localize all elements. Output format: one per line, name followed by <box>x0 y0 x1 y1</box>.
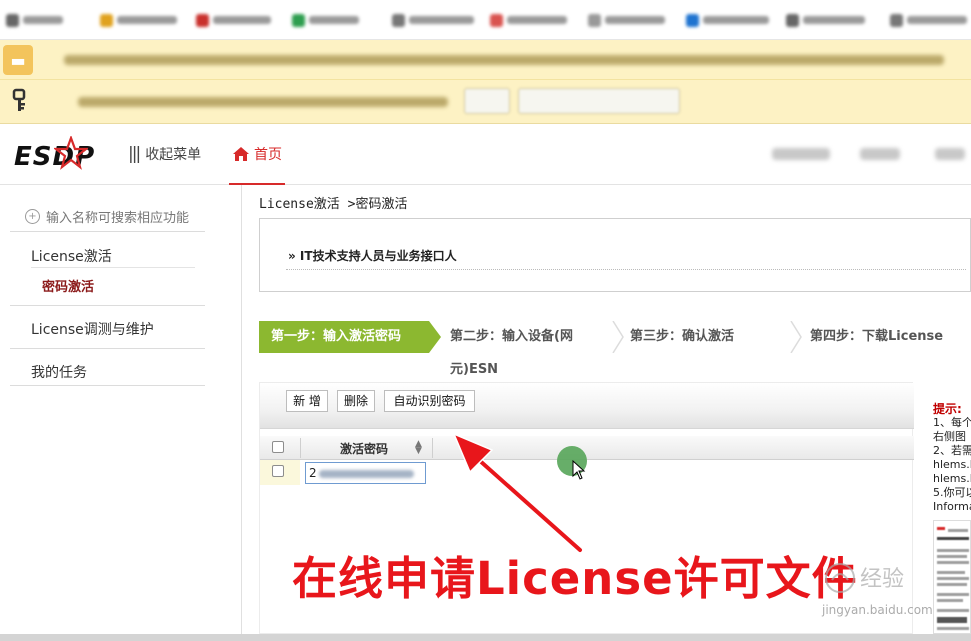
hint-line: 5.你可以 <box>933 486 971 499</box>
sidebar: + 输入名称可搜索相应功能 License激活 密码激活 License调测与维… <box>0 185 242 635</box>
bookmark-item[interactable] <box>292 12 359 28</box>
hint-line: 1、每个 <box>933 416 971 429</box>
delete-button[interactable]: 删除 <box>337 390 375 412</box>
horizontal-scrollbar[interactable] <box>0 634 971 641</box>
row-checkbox[interactable] <box>272 465 284 477</box>
auto-recognize-password-button[interactable]: 自动识别密码 <box>384 390 475 412</box>
step-1-enter-password[interactable]: 第一步：输入激活密码 <box>259 321 441 353</box>
collapse-menu-label: 收起菜单 <box>145 147 202 163</box>
activation-password-input[interactable]: 2 <box>305 462 426 484</box>
bookmark-item[interactable] <box>100 12 177 28</box>
browser-bookmarks-bar <box>0 0 971 40</box>
bookmark-item[interactable] <box>196 12 271 28</box>
divider <box>286 269 966 270</box>
app-header: ESDP ||| 收起菜单 首页 <box>0 124 971 185</box>
search-icon: + <box>25 208 40 224</box>
divider <box>31 267 195 268</box>
home-label: 首页 <box>254 146 282 163</box>
add-button[interactable]: 新 增 <box>286 390 328 412</box>
sort-icon[interactable]: ▲ ▼ <box>415 440 422 456</box>
collapse-menu-button[interactable]: ||| 收起菜单 <box>128 144 201 164</box>
hint-title: 提示: <box>933 402 962 416</box>
menu-bars-icon: ||| <box>128 144 141 164</box>
hint-line: hlems.l <box>933 472 971 485</box>
wizard-steps: 第一步：输入激活密码 第三步：确认激活 第四步：下载License <box>259 321 971 353</box>
notice-text <box>78 97 448 107</box>
step-2-label-line2: 元)ESN <box>450 362 499 377</box>
sidebar-item-password-activation[interactable]: 密码激活 <box>42 276 94 295</box>
save-password-button[interactable] <box>464 88 510 114</box>
step-3-confirm-activation[interactable]: 第三步：确认激活 <box>630 321 734 353</box>
home-icon <box>233 146 249 161</box>
bookmark-item[interactable] <box>890 12 967 28</box>
user-name[interactable] <box>860 148 900 160</box>
notice-text <box>64 55 944 65</box>
bookmark-item[interactable] <box>588 12 665 28</box>
esdp-logo[interactable]: ESDP <box>14 136 104 172</box>
divider <box>10 231 205 232</box>
svg-text:经验: 经验 <box>860 567 904 592</box>
section-title[interactable]: » IT技术支持人员与业务接口人 <box>288 247 457 264</box>
hint-line: 右侧图 <box>933 430 966 443</box>
divider <box>10 348 205 349</box>
sidebar-item-my-tasks[interactable]: 我的任务 <box>31 362 87 382</box>
breadcrumb: License激活 >密码激活 <box>259 197 408 212</box>
annotation-text: 在线申请License许可文件 <box>292 552 858 605</box>
column-separator <box>300 438 301 458</box>
hint-line: hlems.l <box>933 458 971 471</box>
sidebar-search[interactable]: + 输入名称可搜索相应功能 <box>25 207 189 226</box>
password-value-blurred <box>318 469 414 478</box>
step-2-label: 第二步：输入设备(网 <box>450 329 573 344</box>
divider <box>10 305 205 306</box>
annotation-arrow-icon <box>452 432 584 554</box>
baidu-jingyan-watermark: 经验 jingyan.baidu.com <box>821 563 933 617</box>
never-save-button[interactable] <box>518 88 680 114</box>
select-all-checkbox[interactable] <box>272 441 284 453</box>
bookmark-item[interactable] <box>490 12 567 28</box>
divider <box>10 385 205 386</box>
folder-icon: ▬ <box>3 45 33 75</box>
hint-line: Informa <box>933 500 971 513</box>
key-icon <box>10 88 30 114</box>
bookmark-item[interactable] <box>686 12 769 28</box>
step-4-download-license[interactable]: 第四步：下载License <box>810 321 943 353</box>
sidebar-item-license-activation[interactable]: License激活 <box>31 246 112 266</box>
step-chevron-icon <box>612 321 624 353</box>
hint-line: 2、若需 <box>933 444 971 457</box>
bookmark-item[interactable] <box>6 12 63 28</box>
search-input[interactable]: 输入名称可搜索相应功能 <box>46 207 189 226</box>
bookmark-item[interactable] <box>392 12 474 28</box>
security-notice-bar: ▬ <box>0 40 971 80</box>
step-chevron-icon <box>790 321 802 353</box>
password-value-prefix: 2 <box>309 466 317 480</box>
column-header-activation-password[interactable]: 激活密码 <box>340 440 388 457</box>
password-save-bar <box>0 80 971 124</box>
contact-info-section: » IT技术支持人员与业务接口人 <box>259 218 971 292</box>
svg-text:jingyan.baidu.com: jingyan.baidu.com <box>821 603 933 617</box>
logo-star-icon <box>54 136 88 170</box>
bookmark-item[interactable] <box>786 12 865 28</box>
logout-link[interactable] <box>935 148 965 160</box>
tab-home[interactable]: 首页 <box>229 124 285 185</box>
step-2-enter-esn[interactable]: 第二步：输入设备(网 <box>450 321 600 353</box>
hint-panel: 提示: 1、每个 右侧图 2、若需 hlems.l hlems.l 5.你可以 … <box>933 402 971 514</box>
sidebar-item-license-maintenance[interactable]: License调测与维护 <box>31 319 154 339</box>
user-menu[interactable] <box>772 148 830 160</box>
column-separator <box>432 438 433 458</box>
